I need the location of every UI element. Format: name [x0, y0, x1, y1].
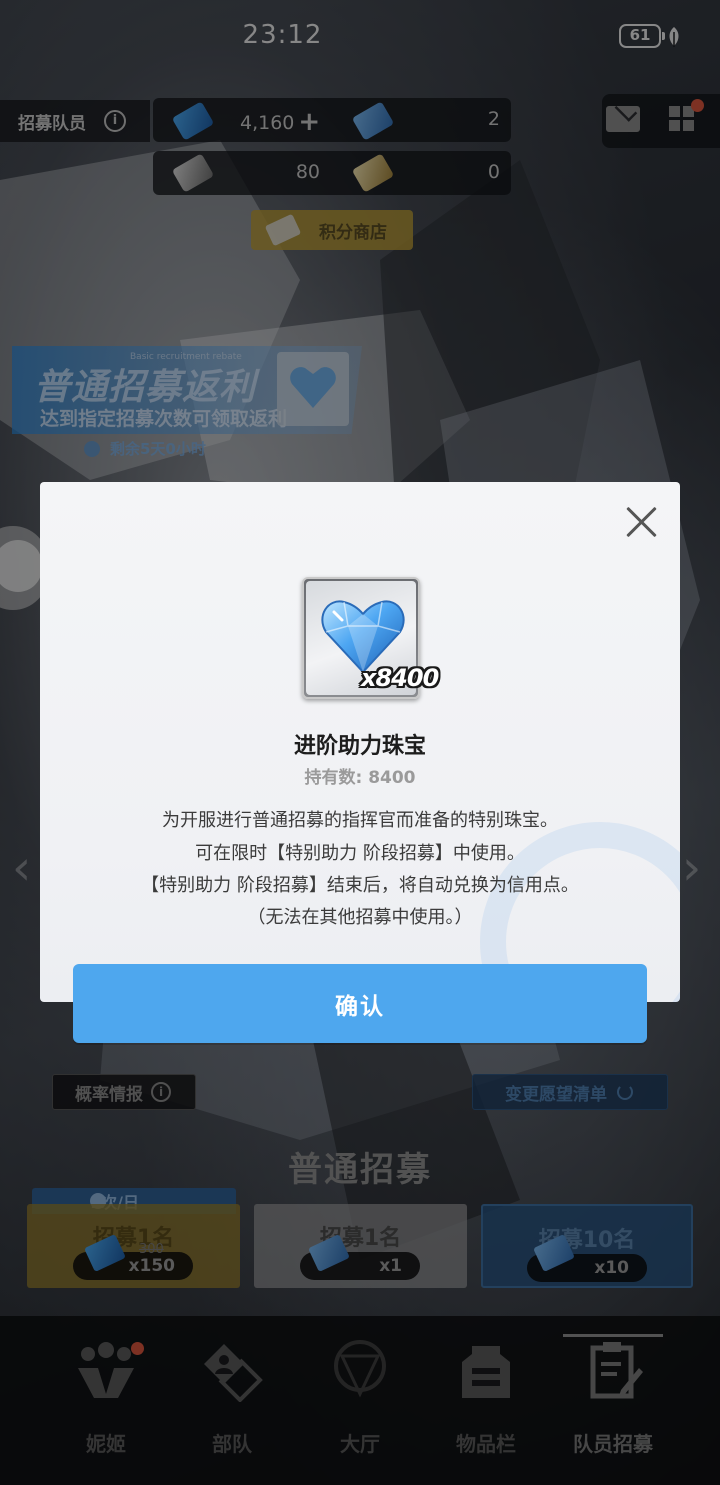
item-count-badge: x8400	[361, 664, 439, 692]
item-description-line-1: 为开服进行普通招募的指挥官而准备的特别珠宝。	[162, 810, 558, 831]
confirm-button[interactable]: 确认	[73, 964, 647, 1043]
item-description-line-4: （无法在其他招募中使用。）	[247, 907, 473, 928]
item-description-line-2: 可在限时【特别助力 阶段招募】中使用。	[195, 843, 525, 864]
confirm-label: 确认	[335, 993, 385, 1020]
item-description-line-3: 【特别助力 阶段招募】结束后，将自动兑换为信用点。	[141, 875, 579, 896]
item-owned-count: 持有数: 8400	[304, 768, 416, 788]
item-name: 进阶助力珠宝	[293, 734, 426, 759]
close-icon[interactable]	[624, 504, 660, 540]
